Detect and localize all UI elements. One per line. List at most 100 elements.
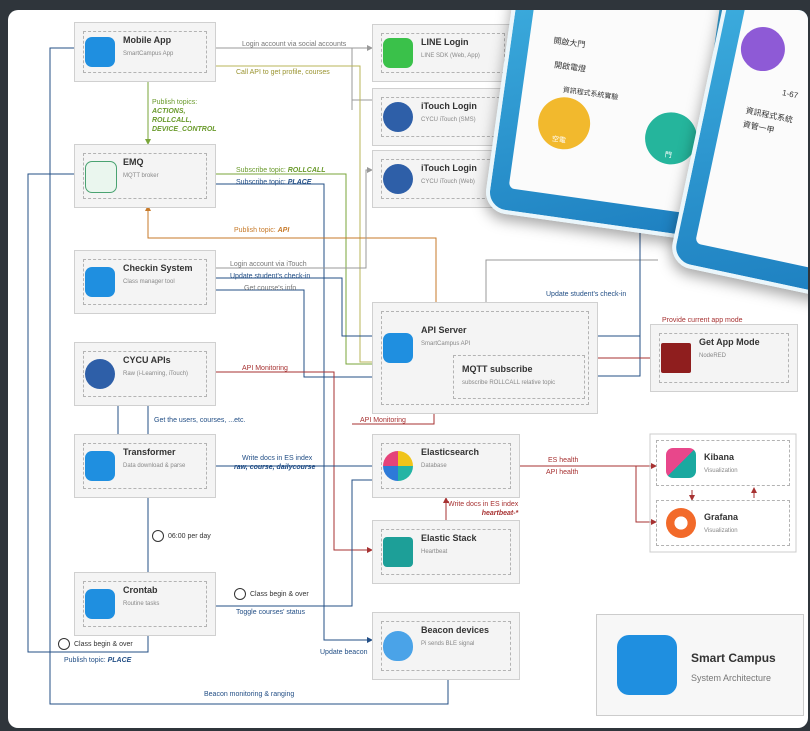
architecture-canvas: Mobile App SmartCampus App EMQ MQTT brok… [8, 10, 808, 728]
phone-item: 空電 [551, 135, 567, 145]
node-get-app-mode[interactable]: Get App Mode NodeRED [650, 324, 798, 392]
node-title: Elasticsearch [421, 447, 480, 457]
node-grafana[interactable]: Grafana Visualization [656, 500, 790, 546]
node-kibana[interactable]: Kibana Visualization [656, 440, 790, 486]
emq-icon [85, 161, 117, 193]
node-subtitle: Heartbeat [421, 549, 448, 555]
label-get-users: Get the users, courses, ...etc. [154, 417, 246, 424]
node-title: iTouch Login [421, 101, 477, 111]
node-subtitle: Visualization [704, 528, 738, 534]
node-subtitle: Routine tasks [123, 601, 160, 607]
node-subtitle: subscribe ROLLCALL relative topic [462, 380, 556, 386]
elastic-stack-icon [383, 537, 413, 567]
node-title: Grafana [704, 512, 739, 522]
node-cycu-apis[interactable]: CYCU APIs Raw (i-Learning, iTouch) [74, 342, 216, 406]
topic-actions: ACTIONS, [152, 108, 186, 115]
label-update-checkin: Update student's check-in [230, 273, 311, 280]
phone-item: 1-67 [781, 88, 799, 101]
node-subtitle: SmartCampus API [421, 341, 471, 347]
label-prefix: Subscribe topic: [236, 179, 288, 186]
node-checkin-system[interactable]: Checkin System Class manager tool [74, 250, 216, 314]
label-update-checkin-right: Update student's check-in [546, 291, 627, 298]
node-subtitle: LINE SDK (Web, App) [421, 53, 480, 59]
write-docs-hb-text: Write docs in ES index [448, 501, 519, 508]
label-api-monitoring-2: API Monitoring [360, 417, 406, 424]
node-subtitle: MQTT broker [123, 173, 159, 179]
node-elastic-stack[interactable]: Elastic Stack Heartbeat [372, 520, 520, 584]
node-title: Checkin System [123, 263, 193, 273]
topic-rollcall: ROLLCALL [287, 167, 326, 174]
label-get-course-info: Get course's info [244, 285, 297, 292]
node-title: Get App Mode [699, 337, 760, 347]
label-update-beacon: Update beacon [320, 649, 368, 656]
checkin-icon [85, 267, 115, 297]
label-class-begin: Class begin & over [234, 588, 309, 600]
node-api-server[interactable]: API Server SmartCampus API MQTT subscrib… [372, 302, 598, 414]
node-subtitle: Data download & parse [123, 463, 186, 469]
node-crontab[interactable]: Crontab Routine tasks [74, 572, 216, 636]
topic-place: PLACE [107, 657, 132, 664]
topic-rollcall: ROLLCALL, [152, 117, 192, 124]
itouch-icon [383, 102, 413, 132]
label-api-health: API health [546, 469, 579, 476]
clock-icon [234, 588, 246, 600]
node-elasticsearch[interactable]: Elasticsearch Database [372, 434, 520, 498]
label-api-monitoring: API Monitoring [242, 365, 288, 372]
node-subtitle: Class manager tool [123, 279, 175, 285]
phone-item: 開啟電燈 [553, 60, 587, 74]
node-mobile-app[interactable]: Mobile App SmartCampus App [74, 22, 216, 82]
nodered-icon [661, 343, 691, 373]
node-title: CYCU APIs [123, 355, 171, 365]
node-title: iTouch Login [421, 163, 477, 173]
node-subtitle: Pi sends BLE signal [421, 641, 475, 647]
topic-api: API [277, 227, 290, 234]
node-title: MQTT subscribe [462, 364, 533, 374]
label-prefix: Publish topic: [234, 227, 278, 234]
node-mqtt-subscribe[interactable]: MQTT subscribe subscribe ROLLCALL relati… [453, 355, 585, 399]
node-title: Beacon devices [421, 625, 490, 635]
line-itouch-mobile [351, 48, 372, 110]
node-emq[interactable]: EMQ MQTT broker [74, 144, 216, 208]
label-write-docs: Write docs in ES index raw, course, dail… [234, 454, 315, 472]
label-call-api: Call API to get profile, courses [236, 69, 330, 76]
node-transformer[interactable]: Transformer Data download & parse [74, 434, 216, 498]
itouch-icon [383, 164, 413, 194]
transformer-icon [85, 451, 115, 481]
line-checkin-update [214, 277, 383, 339]
line-subscribe-place [214, 183, 373, 643]
label-publish-api: Publish topic: API [234, 226, 289, 235]
node-title: Elastic Stack [421, 533, 477, 543]
label-provide-mode: Provide current app mode [662, 317, 743, 324]
node-title: API Server [421, 325, 467, 335]
label-beacon-monitoring: Beacon monitoring & ranging [204, 691, 295, 698]
phone-item: 門 [664, 151, 673, 160]
label-login-social: Login account via social accounts [242, 41, 347, 48]
node-line-login[interactable]: LINE Login LINE SDK (Web, App) [372, 24, 514, 82]
per-day-text: 06:00 per day [168, 532, 211, 540]
node-subtitle: Database [421, 463, 447, 469]
cycu-icon [85, 359, 115, 389]
node-subtitle: CYCU iTouch (Web) [421, 179, 475, 185]
topic-place: PLACE [287, 179, 312, 186]
line-api-health [635, 466, 657, 525]
label-write-docs-heartbeat: Write docs in ES index heartbeat-* [448, 500, 518, 518]
beacon-icon [383, 631, 413, 661]
brand-title: Smart Campus [691, 651, 776, 665]
elasticsearch-icon [383, 451, 413, 481]
clock-icon [58, 638, 70, 650]
label-subscribe-place: Subscribe topic: PLACE [236, 178, 311, 187]
kibana-icon [666, 448, 696, 478]
topic-device-control: DEVICE_CONTROL [152, 126, 217, 133]
label-per-day: 06:00 per day [152, 530, 211, 542]
write-docs-text: Write docs in ES index [242, 455, 313, 462]
node-subtitle: SmartCampus App [123, 51, 174, 57]
label-es-health: ES health [548, 457, 579, 464]
node-beacon-devices[interactable]: Beacon devices Pi sends BLE signal [372, 612, 520, 680]
label-subscribe-rollcall: Subscribe topic: ROLLCALL [236, 166, 325, 175]
node-subtitle: Raw (i-Learning, iTouch) [123, 371, 189, 377]
node-subtitle: CYCU iTouch (SMS) [421, 117, 476, 123]
node-title: EMQ [123, 157, 144, 167]
smart-campus-icon [85, 37, 115, 67]
label-login-itouch: Login account via iTouch [230, 261, 307, 268]
node-title: Transformer [123, 447, 176, 457]
